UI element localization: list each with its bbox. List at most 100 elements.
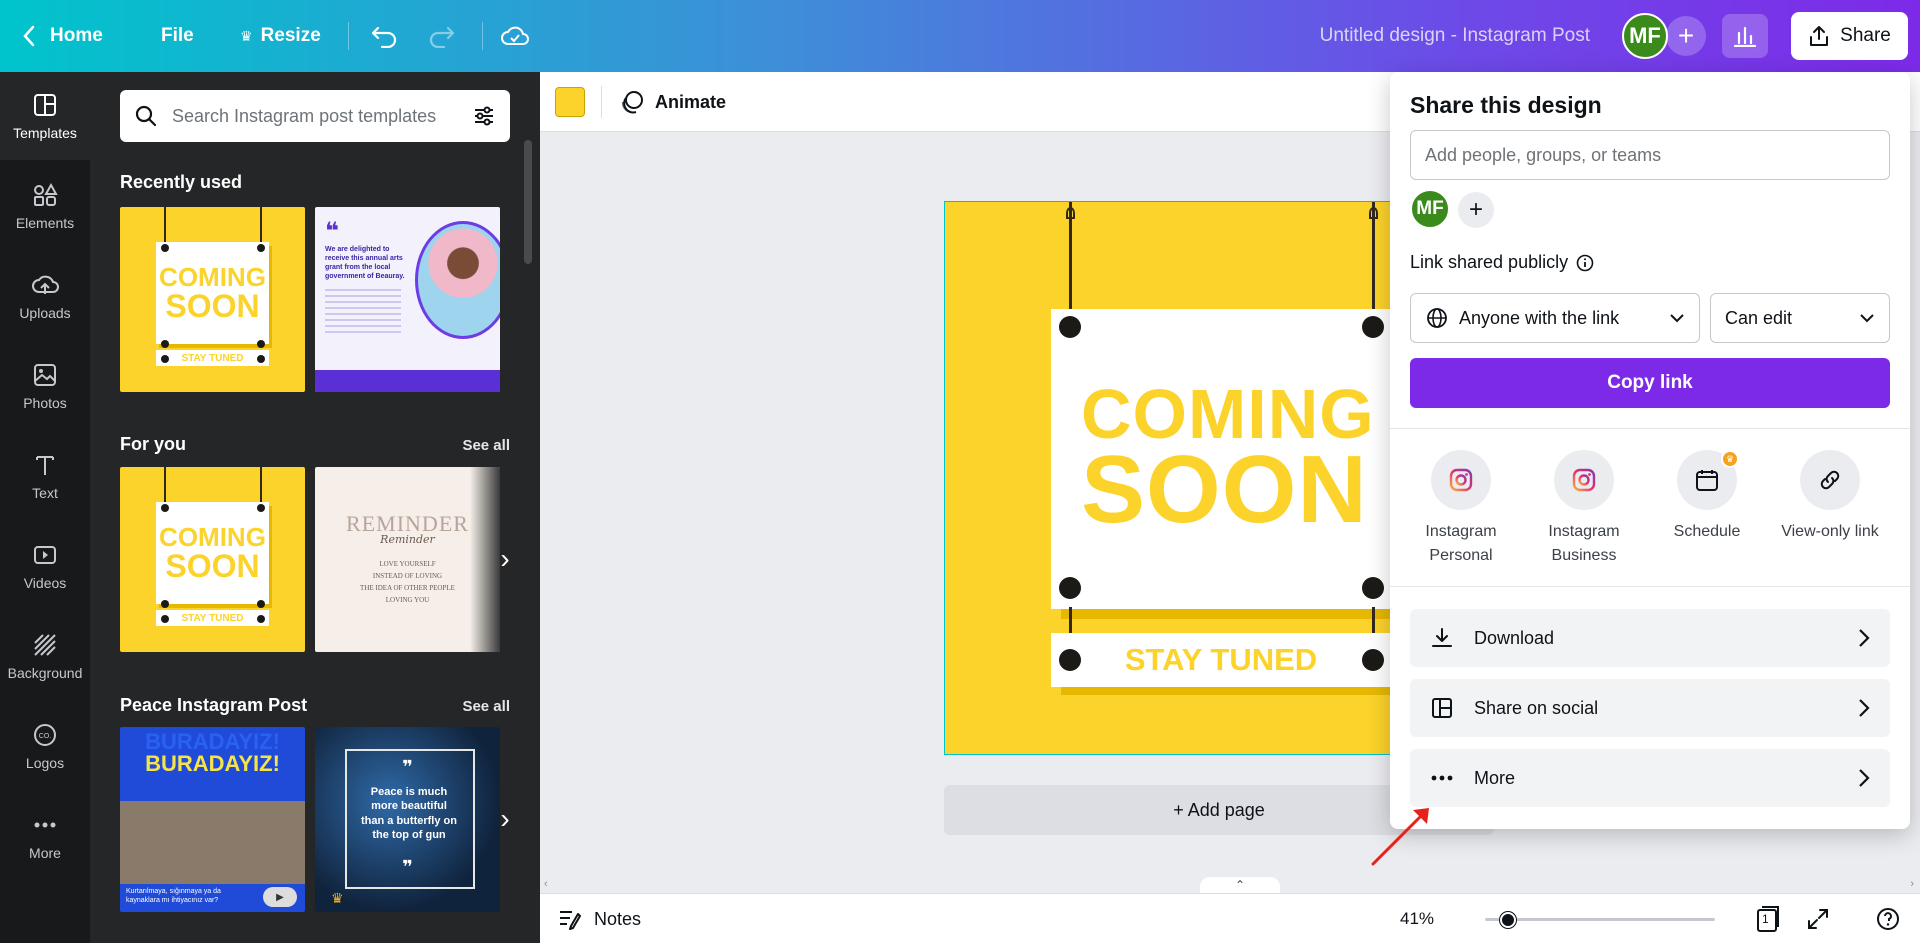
thumb-text: BURADAYIZ! <box>145 751 280 776</box>
undo-button[interactable] <box>370 0 398 72</box>
link-access-value: Anyone with the link <box>1459 307 1620 328</box>
chevron-right-icon <box>1859 699 1870 717</box>
logo-icon: CO. <box>34 724 56 746</box>
page-count-button[interactable]: 1 <box>1753 904 1783 934</box>
share-button[interactable]: Share <box>1791 12 1908 60</box>
collaborator-avatar[interactable]: MF <box>1410 189 1450 229</box>
notes-label: Notes <box>594 908 642 929</box>
row-label: More <box>1474 767 1516 788</box>
crown-icon: ♛ <box>240 27 253 44</box>
instagram-icon <box>1449 468 1473 492</box>
document-title[interactable]: Untitled design - Instagram Post <box>1320 0 1590 72</box>
expand-icon <box>1808 909 1828 929</box>
rail-item-more[interactable]: More <box>0 792 90 880</box>
template-thumbnail[interactable]: BURADAYIZ! BURADAYIZ! Kurtarılmaya, sığı… <box>120 727 305 912</box>
share-option-label: Instagram Personal <box>1425 523 1497 564</box>
animate-button[interactable]: Animate <box>619 72 726 132</box>
search-input[interactable]: Search Instagram post templates <box>120 90 510 142</box>
carousel-next-button[interactable]: › <box>492 539 518 579</box>
rail-item-templates[interactable]: Templates <box>0 72 90 160</box>
file-menu[interactable]: File <box>161 0 194 72</box>
panel-scrollbar[interactable] <box>524 140 532 264</box>
rail-item-videos[interactable]: Videos <box>0 522 90 610</box>
help-icon <box>1877 908 1899 930</box>
resize-button[interactable]: ♛ Resize <box>240 0 321 72</box>
color-swatch-button[interactable] <box>555 87 585 117</box>
rail-item-elements[interactable]: Elements <box>0 162 90 250</box>
info-icon[interactable] <box>1576 254 1594 272</box>
share-title: Share this design <box>1410 92 1602 118</box>
redo-button[interactable] <box>428 0 456 72</box>
add-people-input[interactable]: Add people, groups, or teams <box>1410 130 1890 180</box>
rail-label: Videos <box>23 575 67 591</box>
file-label: File <box>161 25 194 46</box>
upload-icon <box>32 275 59 294</box>
see-all-link[interactable]: See all <box>462 437 510 454</box>
template-thumbnail[interactable]: COMING SOON STAY TUNED <box>120 467 305 652</box>
rail-item-background[interactable]: Background <box>0 612 90 700</box>
fullscreen-button[interactable] <box>1803 904 1833 934</box>
section-title-recent: Recently used <box>120 172 243 192</box>
thumb-text: SOON <box>165 548 260 584</box>
cloud-save-button[interactable] <box>500 0 530 72</box>
more-row[interactable]: More <box>1410 749 1890 807</box>
rail-item-text[interactable]: Text <box>0 432 90 520</box>
download-row[interactable]: Download <box>1410 609 1890 667</box>
rope-right <box>1372 202 1375 320</box>
share-option-schedule[interactable]: ♛ Schedule <box>1652 450 1762 544</box>
row-label: Share on social <box>1474 697 1599 718</box>
crown-icon: ♛ <box>1721 450 1739 468</box>
video-icon <box>34 546 56 564</box>
copy-link-button[interactable]: Copy link <box>1410 358 1890 408</box>
template-thumbnail[interactable]: ❞ Peace is much more beautiful than a bu… <box>315 727 500 912</box>
rail-item-logos[interactable]: CO. Logos <box>0 702 90 790</box>
user-avatar[interactable]: MF <box>1622 13 1668 59</box>
rail-item-uploads[interactable]: Uploads <box>0 252 90 340</box>
share-on-social-row[interactable]: Share on social <box>1410 679 1890 737</box>
zoom-level[interactable]: 41% <box>1400 894 1434 943</box>
scroll-right-icon[interactable]: › <box>1910 878 1914 890</box>
link-icon <box>1820 470 1840 490</box>
share-option-instagram-personal[interactable]: Instagram Personal <box>1406 450 1516 568</box>
invite-button[interactable]: + <box>1666 16 1706 56</box>
chevron-right-icon <box>1859 769 1870 787</box>
scroll-left-icon[interactable]: ‹ <box>544 878 548 890</box>
zoom-slider[interactable] <box>1485 912 1715 928</box>
home-button[interactable]: Home <box>22 0 103 72</box>
show-pages-toggle[interactable]: ⌃ <box>1200 877 1280 893</box>
insights-button[interactable] <box>1722 14 1768 58</box>
top-bar: Home File ♛ Resize Untitled design - Ins… <box>0 0 1920 72</box>
design-heading-soon[interactable]: SOON <box>1081 442 1368 538</box>
zoom-slider-handle[interactable] <box>1500 912 1516 928</box>
template-thumbnail[interactable]: REMINDER Reminder LOVE YOURSELF INSTEAD … <box>315 467 500 652</box>
globe-icon <box>1427 308 1447 328</box>
template-thumbnail[interactable]: COMING SOON STAY TUNED <box>120 207 305 392</box>
add-collaborator-button[interactable]: + <box>1458 192 1494 228</box>
animate-label: Animate <box>655 91 727 112</box>
permission-select[interactable]: Can edit <box>1710 293 1890 343</box>
filter-icon[interactable] <box>472 104 496 128</box>
text-icon <box>36 456 54 475</box>
share-option-instagram-business[interactable]: Instagram Business <box>1529 450 1639 568</box>
see-all-link[interactable]: See all <box>462 698 510 715</box>
share-option-label: Schedule <box>1673 523 1741 540</box>
row-label: Download <box>1474 627 1555 648</box>
help-button[interactable] <box>1873 904 1903 934</box>
share-option-view-only-link[interactable]: View-only link <box>1775 450 1885 544</box>
divider <box>1390 428 1910 429</box>
play-icon: ▶ <box>263 887 297 907</box>
share-option-label: Instagram Business <box>1548 523 1620 564</box>
resize-label: Resize <box>260 25 321 46</box>
design-stay-tuned[interactable]: STAY TUNED <box>1051 633 1391 687</box>
link-access-select[interactable]: Anyone with the link <box>1410 293 1700 343</box>
upload-share-icon <box>1810 26 1829 46</box>
notes-button[interactable]: Notes <box>558 894 641 943</box>
thumb-text: SOON <box>165 288 260 324</box>
divider <box>482 22 483 50</box>
section-title-for-you: For you <box>120 434 186 454</box>
carousel-next-button[interactable]: › <box>492 799 518 839</box>
template-thumbnail[interactable]: ❝ We are delighted to receive this annua… <box>315 207 500 392</box>
svg-text:CO.: CO. <box>39 733 52 740</box>
divider <box>1390 586 1910 587</box>
rail-item-photos[interactable]: Photos <box>0 342 90 430</box>
